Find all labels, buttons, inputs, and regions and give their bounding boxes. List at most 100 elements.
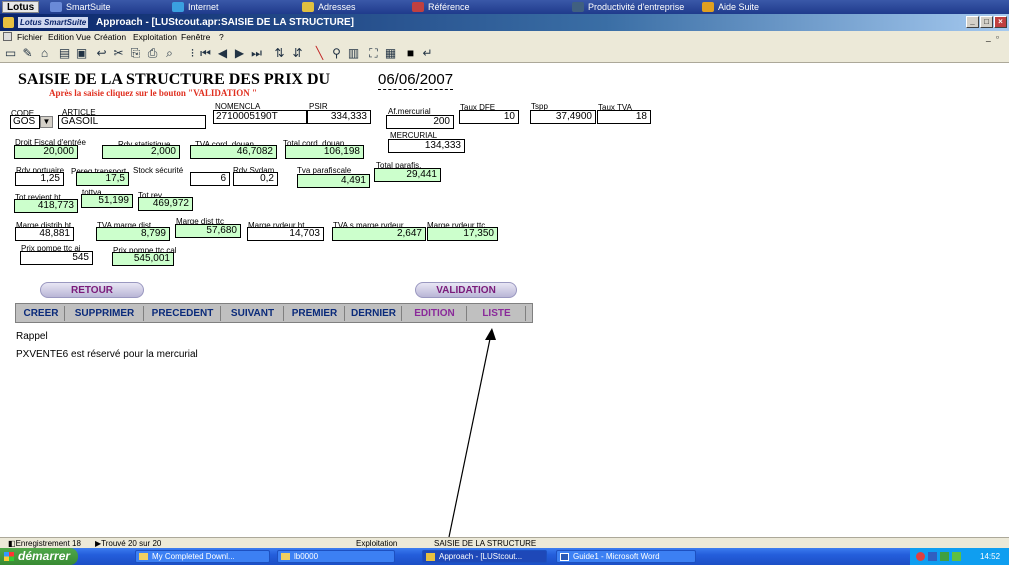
chart-icon[interactable]: ▥ (346, 46, 361, 60)
premier-button[interactable]: PREMIER (285, 306, 345, 321)
suite-adresses[interactable]: Adresses (300, 1, 356, 13)
code-select[interactable]: GOS (10, 115, 40, 129)
nomencla-field[interactable]: 2710005190T (213, 110, 307, 124)
network-icon[interactable] (928, 552, 937, 561)
task-downloads[interactable]: My Completed Downl... (135, 550, 270, 563)
edition-button[interactable]: EDITION (403, 306, 467, 321)
suivant-button[interactable]: SUIVANT (222, 306, 284, 321)
lotus-menu-button[interactable]: Lotus (2, 1, 40, 13)
find-icon[interactable]: ⌕ (162, 46, 177, 60)
task-approach[interactable]: Approach - [LUStcout... (422, 550, 547, 563)
close-icon[interactable]: × (994, 16, 1007, 28)
report-icon[interactable]: ▦ (383, 46, 398, 60)
menu-fichier[interactable]: Fichier (17, 31, 43, 43)
marge-rvdeur-ht-field[interactable]: 14,703 (247, 227, 324, 241)
tray-icon[interactable] (916, 552, 925, 561)
field-icon[interactable]: ■ (403, 46, 418, 60)
tva-s-marge-field[interactable]: 2,647 (332, 227, 426, 241)
menu-creation[interactable]: Création (94, 31, 126, 43)
creer-button[interactable]: CREER (18, 306, 65, 321)
address-book-icon (302, 2, 314, 12)
document-icon[interactable] (3, 32, 12, 41)
print-icon[interactable]: ▤ (57, 46, 72, 60)
task-word[interactable]: Guide1 - Microsoft Word (556, 550, 696, 563)
tot-revient-field[interactable]: 418,773 (14, 199, 78, 213)
clock[interactable]: 14:52 (980, 548, 1000, 565)
previous-record-icon[interactable]: ◀ (215, 46, 230, 60)
draw-icon[interactable]: ╲ (312, 46, 327, 60)
tva-parafiscale-field[interactable]: 4,491 (297, 174, 370, 188)
approach-app-icon[interactable] (3, 17, 14, 28)
prix-pompe-cal-field[interactable]: 545,001 (112, 252, 174, 266)
enter-icon[interactable]: ↵ (420, 46, 435, 60)
tottva-field[interactable]: 51,199 (81, 194, 133, 208)
open-icon[interactable]: ✎ (20, 46, 35, 60)
marge-dist-ttc-field[interactable]: 57,680 (175, 224, 241, 238)
suite-label: Internet (188, 2, 219, 12)
minimize-icon[interactable]: _ (966, 16, 979, 28)
paste-icon[interactable]: ⎙ (145, 46, 160, 60)
next-record-icon[interactable]: ▶ (232, 46, 247, 60)
retour-button[interactable]: RETOUR (40, 282, 144, 298)
suite-aide[interactable]: Aide Suite (700, 1, 759, 13)
tva-cord-field[interactable]: 46,7082 (190, 145, 277, 159)
open-folder-icon[interactable]: ⌂ (37, 46, 52, 60)
tspp-field[interactable]: 37,4900 (530, 110, 596, 124)
sort-descending-icon[interactable]: ⇵ (290, 46, 305, 60)
menu-fenetre[interactable]: Fenêtre (181, 31, 210, 43)
dernier-button[interactable]: DERNIER (346, 306, 402, 321)
prix-pompe-aj-field[interactable]: 545 (20, 251, 93, 265)
taux-dfe-field[interactable]: 10 (459, 110, 519, 124)
total-cord-field[interactable]: 106,198 (285, 145, 364, 159)
suite-reference[interactable]: Référence (410, 1, 470, 13)
new-icon[interactable]: ▭ (3, 46, 18, 60)
suite-productivite[interactable]: Productivité d'entreprise (570, 1, 684, 13)
suite-smartsuite[interactable]: SmartSuite (48, 1, 111, 13)
start-button[interactable]: démarrer (0, 548, 78, 565)
liste-button[interactable]: LISTE (468, 306, 526, 321)
stock-securite-field[interactable]: 6 (190, 172, 230, 186)
task-lb0000[interactable]: lb0000 (277, 550, 395, 563)
undo-icon[interactable]: ↩ (94, 46, 109, 60)
pereq-transport-field[interactable]: 17,5 (76, 172, 129, 186)
precedent-button[interactable]: PRECEDENT (145, 306, 221, 321)
cut-icon[interactable]: ✂ (111, 46, 126, 60)
marge-distrib-field[interactable]: 48,881 (15, 227, 74, 241)
sort-ascending-icon[interactable]: ⇅ (272, 46, 287, 60)
article-field[interactable]: GASOIL (58, 115, 206, 129)
taux-tva-field[interactable]: 18 (597, 110, 651, 124)
maximize-icon[interactable]: □ (980, 16, 993, 28)
task-label: Approach - [LUStcout... (439, 552, 523, 561)
menu-edition[interactable]: Edition (48, 31, 74, 43)
doc-minimize-icon[interactable]: _ (986, 31, 991, 43)
volume-icon[interactable] (940, 552, 949, 561)
last-record-icon[interactable]: ⏭ (249, 46, 264, 60)
supprimer-button[interactable]: SUPPRIMER (66, 306, 144, 321)
structure-date[interactable]: 06/06/2007 (378, 71, 454, 90)
worksheet-icon[interactable]: ⛶ (366, 46, 381, 60)
first-record-icon[interactable]: ⏮ (198, 46, 213, 60)
rdv-statistique-field[interactable]: 2,000 (102, 145, 180, 159)
menu-vue[interactable]: Vue (76, 31, 91, 43)
validation-button[interactable]: VALIDATION (415, 282, 517, 298)
menu-exploitation[interactable]: Exploitation (133, 31, 177, 43)
doc-restore-icon[interactable]: ▫ (996, 31, 999, 43)
preview-icon[interactable]: ▣ (74, 46, 89, 60)
tva-marge-dist-field[interactable]: 8,799 (96, 227, 170, 241)
rdv-sydam-field[interactable]: 0,2 (233, 172, 278, 186)
chevron-down-icon[interactable]: ▼ (40, 116, 53, 128)
smartsuite-brand: Lotus SmartSuite (18, 17, 89, 28)
query-icon[interactable]: ⚲ (329, 46, 344, 60)
total-parafis-field[interactable]: 29,441 (374, 168, 441, 182)
play-icon[interactable] (952, 552, 961, 561)
suite-internet[interactable]: Internet (170, 1, 219, 13)
mercurial-field[interactable]: 134,333 (388, 139, 465, 153)
tot-rev-field[interactable]: 469,972 (138, 197, 193, 211)
psir-field[interactable]: 334,333 (307, 110, 371, 124)
menu-help[interactable]: ? (219, 31, 224, 43)
rdv-portuaire-field[interactable]: 1,25 (15, 172, 64, 186)
af-mercurial-field[interactable]: 200 (386, 115, 454, 129)
marge-rvdeur-ttc-field[interactable]: 17,350 (427, 227, 498, 241)
droit-fiscal-field[interactable]: 20,000 (14, 145, 78, 159)
copy-icon[interactable]: ⎘ (128, 46, 143, 60)
